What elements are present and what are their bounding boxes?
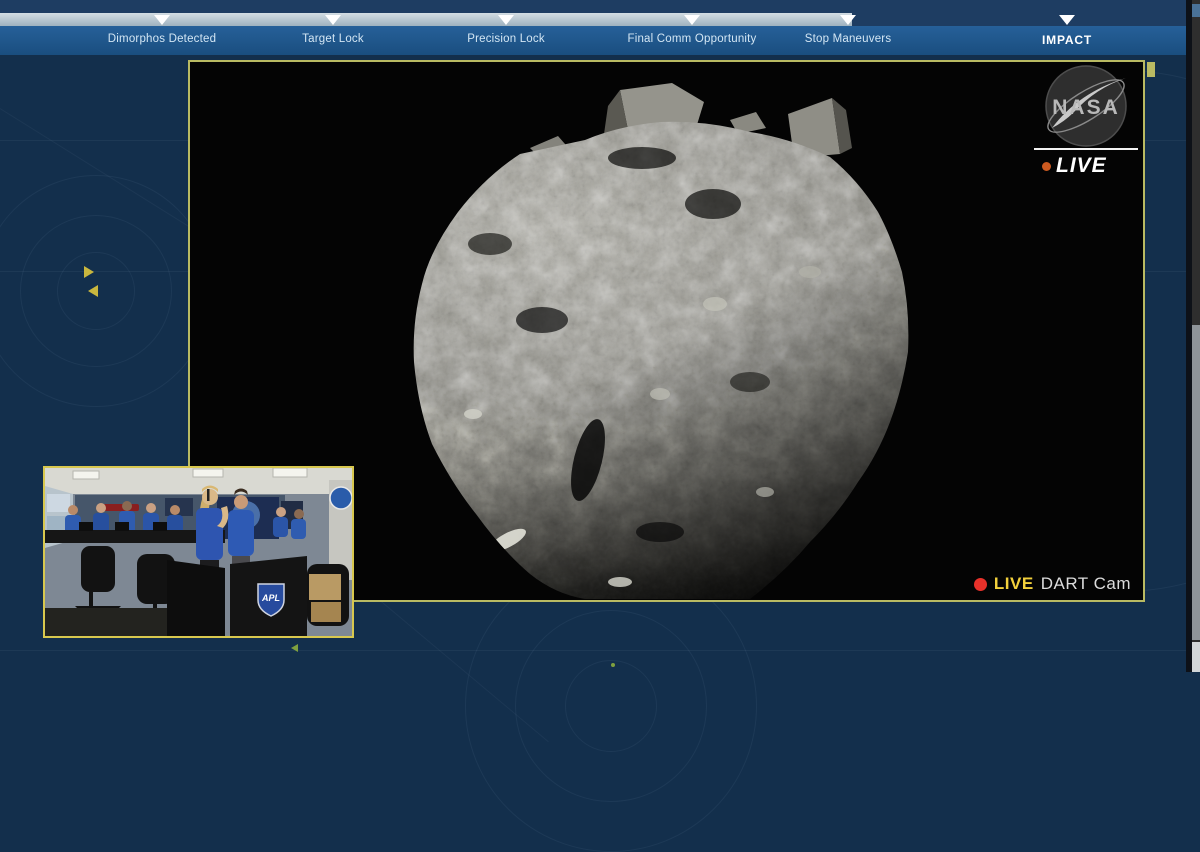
frame-notch bbox=[1147, 62, 1155, 77]
station-marker-icon bbox=[498, 15, 514, 25]
caption-camera-label: DART Cam bbox=[1040, 574, 1131, 593]
apl-logo-text: APL bbox=[261, 593, 280, 603]
live-dot-icon bbox=[1042, 161, 1051, 171]
bg-line bbox=[0, 650, 1200, 651]
marker-arrow-icon bbox=[88, 285, 98, 297]
scrollbar-bottom-segment bbox=[1192, 642, 1200, 672]
bug-separator-line bbox=[1034, 148, 1138, 150]
timeline-progress-fill bbox=[0, 13, 852, 26]
timeline-label-bar: Dimorphos Detected Target Lock Precision… bbox=[0, 26, 1187, 55]
broadcast-bug: NASA LIVE bbox=[1034, 64, 1138, 177]
record-dot-icon bbox=[973, 577, 987, 591]
camera-caption: LIVE DART Cam bbox=[973, 574, 1131, 594]
marker-arrow-icon bbox=[84, 266, 94, 278]
marker-dot-icon bbox=[611, 663, 615, 667]
nasa-logo-text: NASA bbox=[1052, 96, 1120, 119]
timeline-station-impact: IMPACT bbox=[1042, 33, 1092, 47]
live-label: LIVE bbox=[1056, 154, 1107, 177]
station-marker-icon bbox=[1059, 15, 1075, 25]
timeline-station-stop-maneuvers: Stop Maneuvers bbox=[804, 33, 892, 45]
bg-ring bbox=[465, 560, 757, 852]
caption-live-label: LIVE bbox=[993, 574, 1034, 593]
bg-ring bbox=[0, 175, 212, 407]
station-marker-icon bbox=[684, 15, 700, 25]
timeline-station-precision-lock: Precision Lock bbox=[467, 33, 545, 45]
mission-control-pip: APL bbox=[43, 466, 354, 638]
nasa-meatball-icon: NASA bbox=[1045, 65, 1127, 147]
timeline-progress-track bbox=[0, 13, 1187, 26]
scrollbar-segment bbox=[1192, 4, 1200, 17]
timeline-top-strip bbox=[0, 0, 1187, 13]
timeline-station-target-lock: Target Lock bbox=[302, 33, 364, 45]
timeline-station-final-comm: Final Comm Opportunity bbox=[627, 33, 757, 45]
timeline-station-dimorphos-detected: Dimorphos Detected bbox=[107, 33, 217, 45]
marker-arrow-icon bbox=[291, 644, 298, 652]
station-marker-icon bbox=[154, 15, 170, 25]
scrollbar-thumb[interactable] bbox=[1192, 325, 1200, 640]
station-marker-icon bbox=[325, 15, 341, 25]
mission-control-scene: APL bbox=[45, 467, 353, 636]
station-marker-icon bbox=[840, 15, 856, 25]
